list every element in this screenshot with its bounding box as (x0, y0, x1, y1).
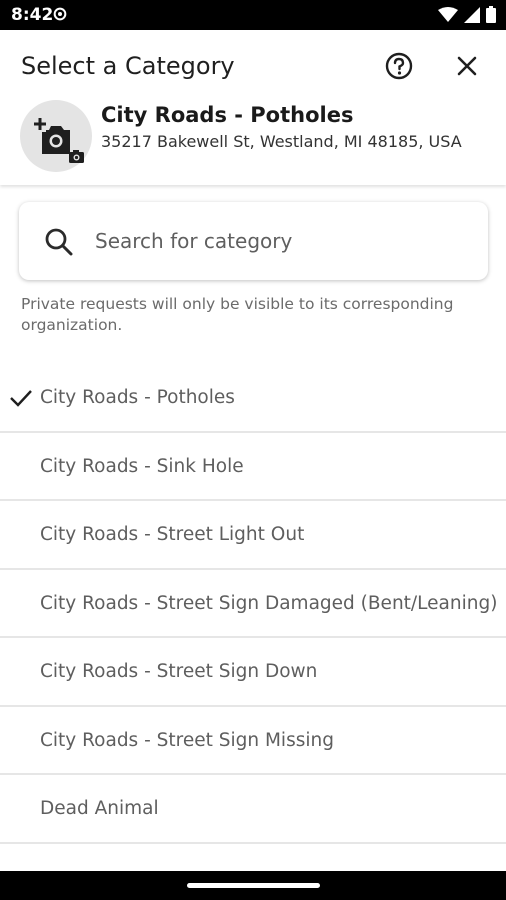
wifi-icon (438, 6, 458, 28)
category-item-street-sign-damaged[interactable]: City Roads - Street Sign Damaged (Bent/L… (0, 570, 506, 638)
category-item-dead-animal[interactable]: Dead Animal (0, 775, 506, 844)
category-header: Select a Category City Roads - Potholes (0, 30, 506, 185)
search-icon (43, 226, 75, 263)
category-label: City Roads - Sink Hole (40, 455, 244, 477)
add-photo-icon (34, 118, 84, 163)
request-address: 35217 Bakewell St, Westland, MI 48185, U… (101, 132, 462, 151)
category-item-street-light-out[interactable]: City Roads - Street Light Out (0, 501, 506, 570)
close-button[interactable] (452, 51, 482, 81)
category-list: City Roads - Potholes City Roads - Sink … (0, 364, 506, 844)
category-search-box[interactable] (19, 202, 488, 280)
help-button[interactable] (384, 51, 414, 81)
search-input[interactable] (95, 202, 475, 280)
category-label: City Roads - Street Sign Missing (40, 729, 334, 751)
add-photo-button[interactable] (20, 100, 92, 172)
private-request-note: Private requests will only be visible to… (21, 295, 454, 334)
battery-icon (486, 6, 496, 28)
system-navigation-bar (0, 871, 506, 900)
close-icon (457, 56, 477, 76)
home-gesture-handle[interactable] (187, 883, 320, 888)
help-circle-icon (385, 52, 413, 80)
page-title: Select a Category (21, 52, 235, 80)
selected-category-title: City Roads - Potholes (101, 103, 354, 127)
category-label: City Roads - Street Light Out (40, 524, 305, 545)
category-label: City Roads - Street Sign Down (40, 661, 318, 682)
signal-icon (464, 6, 480, 28)
status-bar: 8:42 (0, 0, 506, 30)
category-item-sink-hole[interactable]: City Roads - Sink Hole (0, 433, 506, 501)
status-time: 8:42 (11, 5, 54, 25)
category-label: City Roads - Street Sign Damaged (Bent/L… (40, 592, 498, 614)
checkmark-icon (9, 388, 33, 413)
category-item-street-sign-missing[interactable]: City Roads - Street Sign Missing (0, 707, 506, 775)
category-label: Dead Animal (40, 798, 159, 819)
category-label: City Roads - Potholes (40, 387, 235, 408)
category-item-potholes[interactable]: City Roads - Potholes (0, 364, 506, 433)
category-item-street-sign-down[interactable]: City Roads - Street Sign Down (0, 638, 506, 707)
settings-gear-icon (52, 6, 68, 27)
